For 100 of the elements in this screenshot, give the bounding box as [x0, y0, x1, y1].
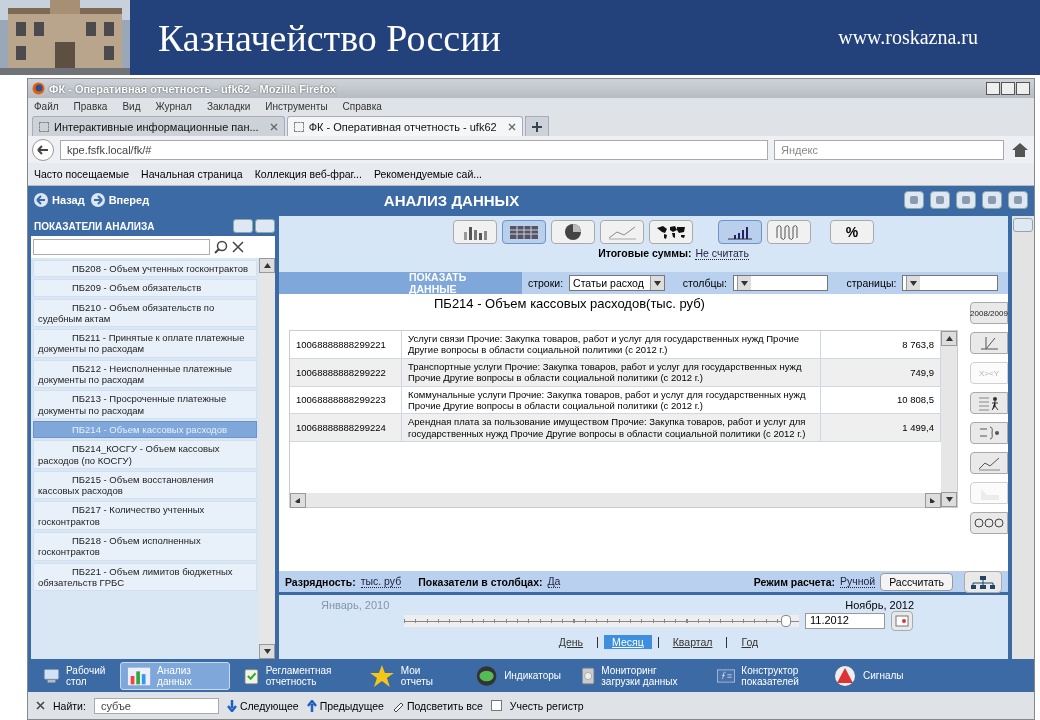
taskbar-item[interactable]: Мониторинг загрузки данных: [574, 661, 704, 690]
menu-item[interactable]: Вид: [122, 100, 141, 112]
favorite-button[interactable]: [956, 191, 976, 209]
totals-link[interactable]: Не считать: [695, 247, 749, 260]
taskbar-item[interactable]: Конструктор показателей: [710, 661, 820, 690]
home-icon[interactable]: [1010, 140, 1030, 159]
period-link[interactable]: День: [550, 635, 592, 649]
mode-link[interactable]: Ручной: [839, 575, 876, 588]
indicator-item[interactable]: ПБ215 - Объем восстановления кассовых расходов: [33, 470, 257, 500]
period-link[interactable]: Квартал: [664, 635, 721, 649]
close-icon[interactable]: [36, 701, 45, 710]
scrollbar[interactable]: [259, 258, 275, 659]
show-data-label: ПОКАЗАТЬ ДАННЫЕ: [279, 272, 522, 294]
find-button[interactable]: Следующее: [226, 699, 299, 712]
browser-tab[interactable]: Интерактивные информационные пан...: [32, 116, 285, 136]
digits-link[interactable]: тыс. руб: [360, 575, 402, 588]
indicator-item[interactable]: ПБ213 - Просроченные платежные документы по расходам: [33, 390, 257, 419]
scrollbar[interactable]: [941, 331, 957, 507]
bookmark-link[interactable]: Коллекция веб-фраг...: [254, 168, 362, 180]
braces-icon: [977, 425, 1001, 441]
totals-label: Итоговые суммы:: [598, 247, 692, 260]
address-field[interactable]: kpe.fsfk.local/fk/#: [60, 139, 768, 160]
view-button[interactable]: [649, 220, 693, 244]
menu-item[interactable]: Журнал: [155, 100, 192, 112]
menu-item[interactable]: Закладки: [206, 100, 251, 112]
taskbar-item[interactable]: Мои отчеты: [362, 661, 462, 690]
calendar-button[interactable]: [891, 611, 913, 631]
taskbar-item[interactable]: Сигналы: [826, 661, 916, 690]
maximize-button[interactable]: [1001, 82, 1015, 95]
tool-button[interactable]: [970, 512, 1008, 534]
dropdown[interactable]: [902, 275, 998, 291]
line-chart-icon: [607, 224, 637, 240]
view-button[interactable]: [453, 220, 497, 244]
taskbar-item[interactable]: Рабочий стол: [36, 661, 114, 690]
indicator-item[interactable]: ПБ221 - Объем лимитов бюджетных обязательств ГРБС: [33, 562, 257, 592]
dropdown[interactable]: Статьи расход: [569, 275, 665, 291]
bookmark-link[interactable]: Рекомендуемые сай...: [373, 168, 483, 180]
indicator-item[interactable]: ПБ210 - Объем обязательств по судебным актам: [33, 298, 257, 328]
taskbar-item[interactable]: Индикаторы: [468, 661, 568, 690]
indicator-item[interactable]: ПБ214_КОСГУ - Объем кассовых расходов (по КОСГУ): [33, 440, 257, 469]
tool-button[interactable]: [970, 392, 1008, 414]
caret-down-icon: [910, 280, 918, 286]
scrollbar[interactable]: [290, 493, 941, 507]
print-button[interactable]: [982, 191, 1002, 209]
checkbox[interactable]: [490, 700, 502, 711]
arrow-up-icon: [306, 699, 317, 712]
round-light-icon: [475, 663, 499, 688]
search-icon[interactable]: [214, 240, 228, 254]
search-field[interactable]: [33, 239, 210, 255]
minimize-button[interactable]: [986, 82, 1000, 95]
close-icon[interactable]: [232, 241, 244, 253]
menu-item[interactable]: Инструменты: [265, 100, 328, 112]
panel-title: ПОКАЗАТЕЛИ АНАЛИЗА: [34, 220, 156, 232]
period-link[interactable]: Год: [733, 635, 767, 649]
caret-down-icon: [653, 280, 661, 286]
calculate-button[interactable]: Рассчитать: [880, 572, 953, 591]
hierarchy-button[interactable]: [964, 570, 1002, 593]
columns-link[interactable]: Да: [547, 575, 561, 588]
view-button[interactable]: [718, 220, 762, 244]
indicator-item[interactable]: ПБ218 - Объем исполненных госконтрактов: [33, 532, 257, 561]
find-button[interactable]: Предыдущее: [306, 699, 384, 712]
website-address: www.roskazna.ru: [838, 26, 978, 49]
forward-link[interactable]: Вперед: [90, 193, 150, 207]
save-button[interactable]: [930, 191, 950, 209]
indicator-item[interactable]: ПБ208 - Объем учтенных госконтрактов: [33, 260, 257, 278]
export-button[interactable]: [904, 191, 924, 209]
tool-button[interactable]: 2008/2009: [970, 302, 1008, 324]
date-field[interactable]: 11.2012: [805, 613, 885, 629]
back-link[interactable]: Назад: [34, 193, 85, 207]
dropdown[interactable]: [732, 275, 829, 291]
table-cell: Транспортные услуги Прочие: Закупка товаров, работ и услуг для государственных нужд Прочие Другие вопросы в области социальной политики (с 2012 г.): [402, 358, 821, 387]
info-button[interactable]: [1008, 191, 1028, 209]
back-button[interactable]: [32, 138, 54, 161]
search-field[interactable]: Яндекс: [774, 139, 1004, 160]
field-label: столбцы:: [682, 277, 727, 289]
menu-item[interactable]: Файл: [34, 100, 59, 112]
menu-item[interactable]: Правка: [73, 100, 108, 112]
bookmark-link[interactable]: Часто посещаемые: [34, 168, 130, 180]
collapse-button[interactable]: [233, 219, 253, 233]
view-button[interactable]: %: [830, 220, 874, 244]
new-tab-button[interactable]: [524, 116, 549, 136]
view-button[interactable]: [551, 220, 595, 244]
line-chart-icon: [977, 455, 1001, 471]
browser-tab[interactable]: ФК - Оперативная отчетность - ufk62: [286, 116, 523, 136]
field-label: Режим расчета:: [753, 575, 835, 588]
expand-button[interactable]: [255, 219, 275, 233]
find-button[interactable]: Подсветить все: [391, 699, 483, 712]
indicator-item[interactable]: ПБ212 - Неисполненные платежные документы по расходам: [33, 359, 257, 389]
close-icon[interactable]: [507, 122, 516, 131]
indicator-item[interactable]: ПБ209 - Объем обязательств: [33, 279, 257, 297]
table-cell: Коммунальные услуги Прочие: Закупка товаров, работ и услуг для государственных нужд Прочие Другие вопросы в области социальной политики (с 2012 г.): [402, 386, 821, 415]
period-slider[interactable]: [404, 615, 799, 627]
menu-item[interactable]: Справка: [342, 100, 382, 112]
indicator-item[interactable]: ПБ211 - Принятые к оплате платежные документы по расходам: [33, 329, 257, 358]
taskbar-item[interactable]: Регламентная отчетность: [236, 661, 356, 690]
caret-up-icon: [263, 263, 271, 268]
close-button[interactable]: [1016, 82, 1030, 95]
find-field[interactable]: субъе: [93, 697, 219, 714]
indicator-item[interactable]: ПБ217 - Количество учтенных госконтрактов: [33, 501, 257, 531]
bookmark-link[interactable]: Начальная страница: [141, 168, 243, 180]
